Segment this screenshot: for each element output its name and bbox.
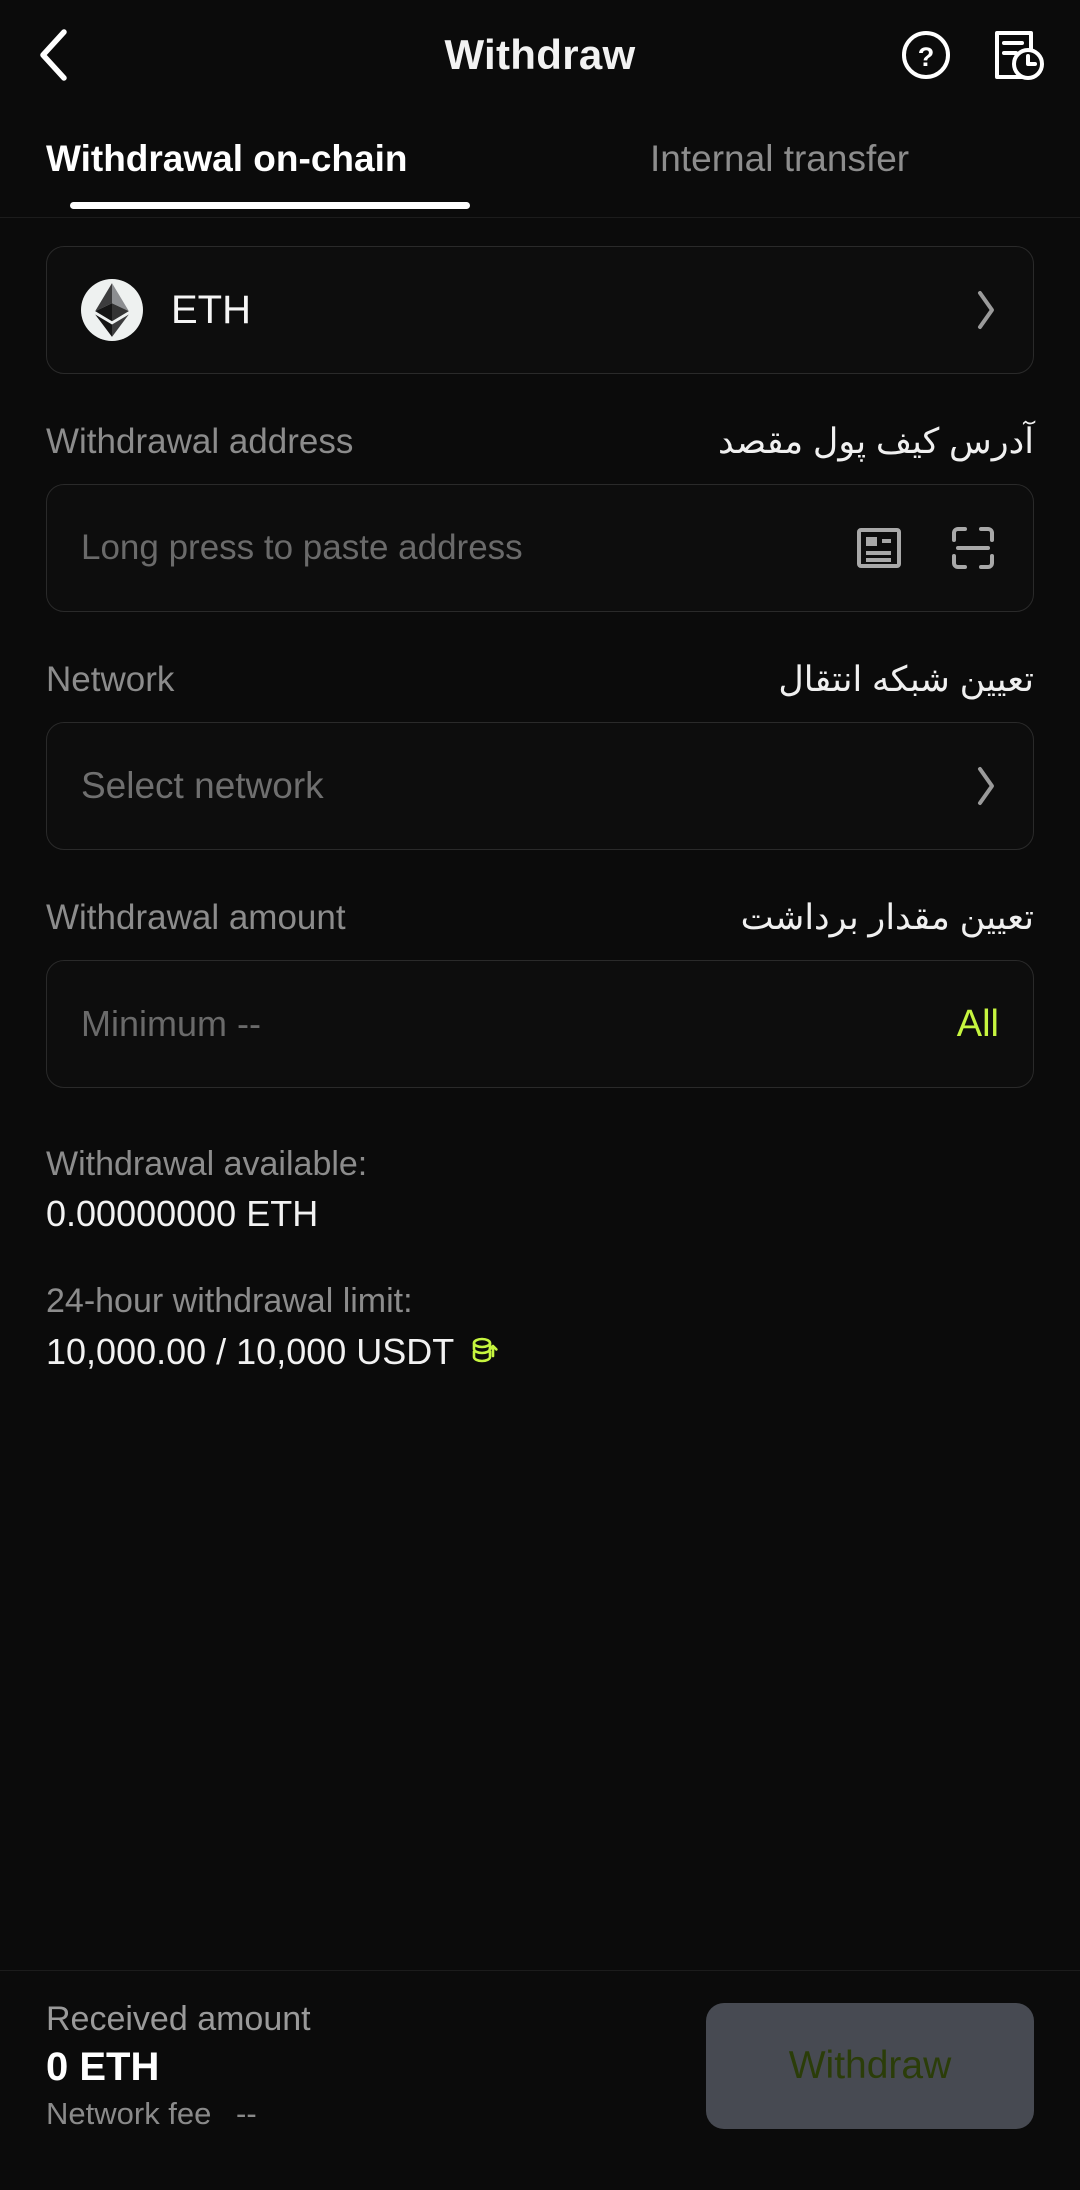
address-label-row: Withdrawal address آدرس کیف پول مقصد: [46, 422, 1034, 462]
amount-label-row: Withdrawal amount تعیین مقدار برداشت: [46, 898, 1034, 938]
qr-scan-icon: [952, 527, 994, 569]
network-label-en: Network: [46, 660, 175, 699]
withdrawal-available-block: Withdrawal available: 0.00000000 ETH: [46, 1140, 1034, 1239]
network-selector-chevron: [973, 764, 999, 808]
help-button[interactable]: ?: [898, 27, 954, 83]
address-input-container[interactable]: Long press to paste address: [46, 484, 1034, 612]
amount-input-container[interactable]: Minimum -- All: [46, 960, 1034, 1088]
tab-internal-transfer[interactable]: Internal transfer: [650, 124, 909, 180]
address-label-fa: آدرس کیف پول مقصد: [718, 422, 1034, 461]
network-label-fa: تعیین شبکه انتقال: [778, 660, 1034, 699]
svg-text:?: ?: [918, 42, 935, 72]
received-amount-value: 0 ETH: [46, 2044, 160, 2089]
header-actions: ?: [898, 27, 1046, 83]
network-fee-label: Network fee: [46, 2095, 212, 2131]
app-header: Withdraw ?: [0, 0, 1080, 110]
network-fee-value: --: [236, 2095, 257, 2131]
amount-all-button[interactable]: All: [957, 1003, 999, 1046]
tab-withdrawal-on-chain[interactable]: Withdrawal on-chain: [46, 124, 407, 180]
chevron-right-icon: [978, 291, 994, 329]
amount-input[interactable]: Minimum --: [81, 1003, 261, 1045]
coin-selector-chevron: [973, 288, 999, 332]
coin-symbol: ETH: [171, 287, 251, 332]
system-nav-spacer: [0, 2160, 1080, 2190]
chevron-right-icon: [978, 767, 994, 805]
network-label-row: Network تعیین شبکه انتقال: [46, 660, 1034, 700]
back-button[interactable]: [34, 20, 104, 90]
records-clock-icon: [995, 31, 1044, 80]
scan-qr-button[interactable]: [947, 522, 999, 574]
tab-active-indicator: [70, 202, 470, 209]
withdrawal-limit-amount: 10,000.00 / 10,000 USDT: [46, 1330, 455, 1372]
network-selector[interactable]: Select network: [46, 722, 1034, 850]
withdrawal-available-value: 0.00000000 ETH: [46, 1188, 1034, 1239]
withdrawal-limit-value: 10,000.00 / 10,000 USDT: [46, 1326, 1034, 1377]
coin-selector[interactable]: ETH: [46, 246, 1034, 374]
amount-label-fa: تعیین مقدار برداشت: [740, 898, 1034, 937]
question-circle-icon: ?: [902, 31, 950, 79]
withdraw-button[interactable]: Withdraw: [706, 2002, 1034, 2129]
chevron-left-icon: [40, 29, 67, 81]
address-book-button[interactable]: [853, 522, 905, 574]
bottom-summary-bar: Received amount 0 ETH Network fee -- Wit…: [0, 1970, 1080, 2160]
received-amount-label: Received amount: [46, 1999, 311, 2038]
ethereum-icon: [81, 279, 143, 341]
withdraw-screen: Withdraw ? Withdrawal on-chain Internal …: [0, 0, 1080, 2190]
withdraw-history-button[interactable]: [990, 27, 1046, 83]
increase-limit-coins-icon: [472, 1337, 498, 1363]
address-input[interactable]: Long press to paste address: [81, 528, 523, 568]
withdrawal-limit-block: 24-hour withdrawal limit: 10,000.00 / 10…: [46, 1277, 1034, 1376]
address-label-en: Withdrawal address: [46, 422, 354, 461]
network-selected-value: Select network: [81, 765, 324, 806]
withdrawal-available-amount: 0.00000000 ETH: [46, 1193, 319, 1235]
withdraw-form: ETH Withdrawal address آدرس کیف پول مقصد…: [0, 218, 1080, 1970]
network-fee-row: Network fee --: [46, 2096, 311, 2132]
received-summary: Received amount 0 ETH Network fee --: [46, 2000, 311, 2132]
address-book-icon: [857, 528, 901, 568]
increase-limit-button[interactable]: [468, 1334, 502, 1368]
tab-bar: Withdrawal on-chain Internal transfer: [0, 110, 1080, 218]
withdrawal-available-label: Withdrawal available:: [46, 1145, 368, 1183]
withdrawal-limit-label: 24-hour withdrawal limit:: [46, 1282, 413, 1321]
amount-label-en: Withdrawal amount: [46, 898, 346, 937]
address-actions: [853, 522, 999, 574]
